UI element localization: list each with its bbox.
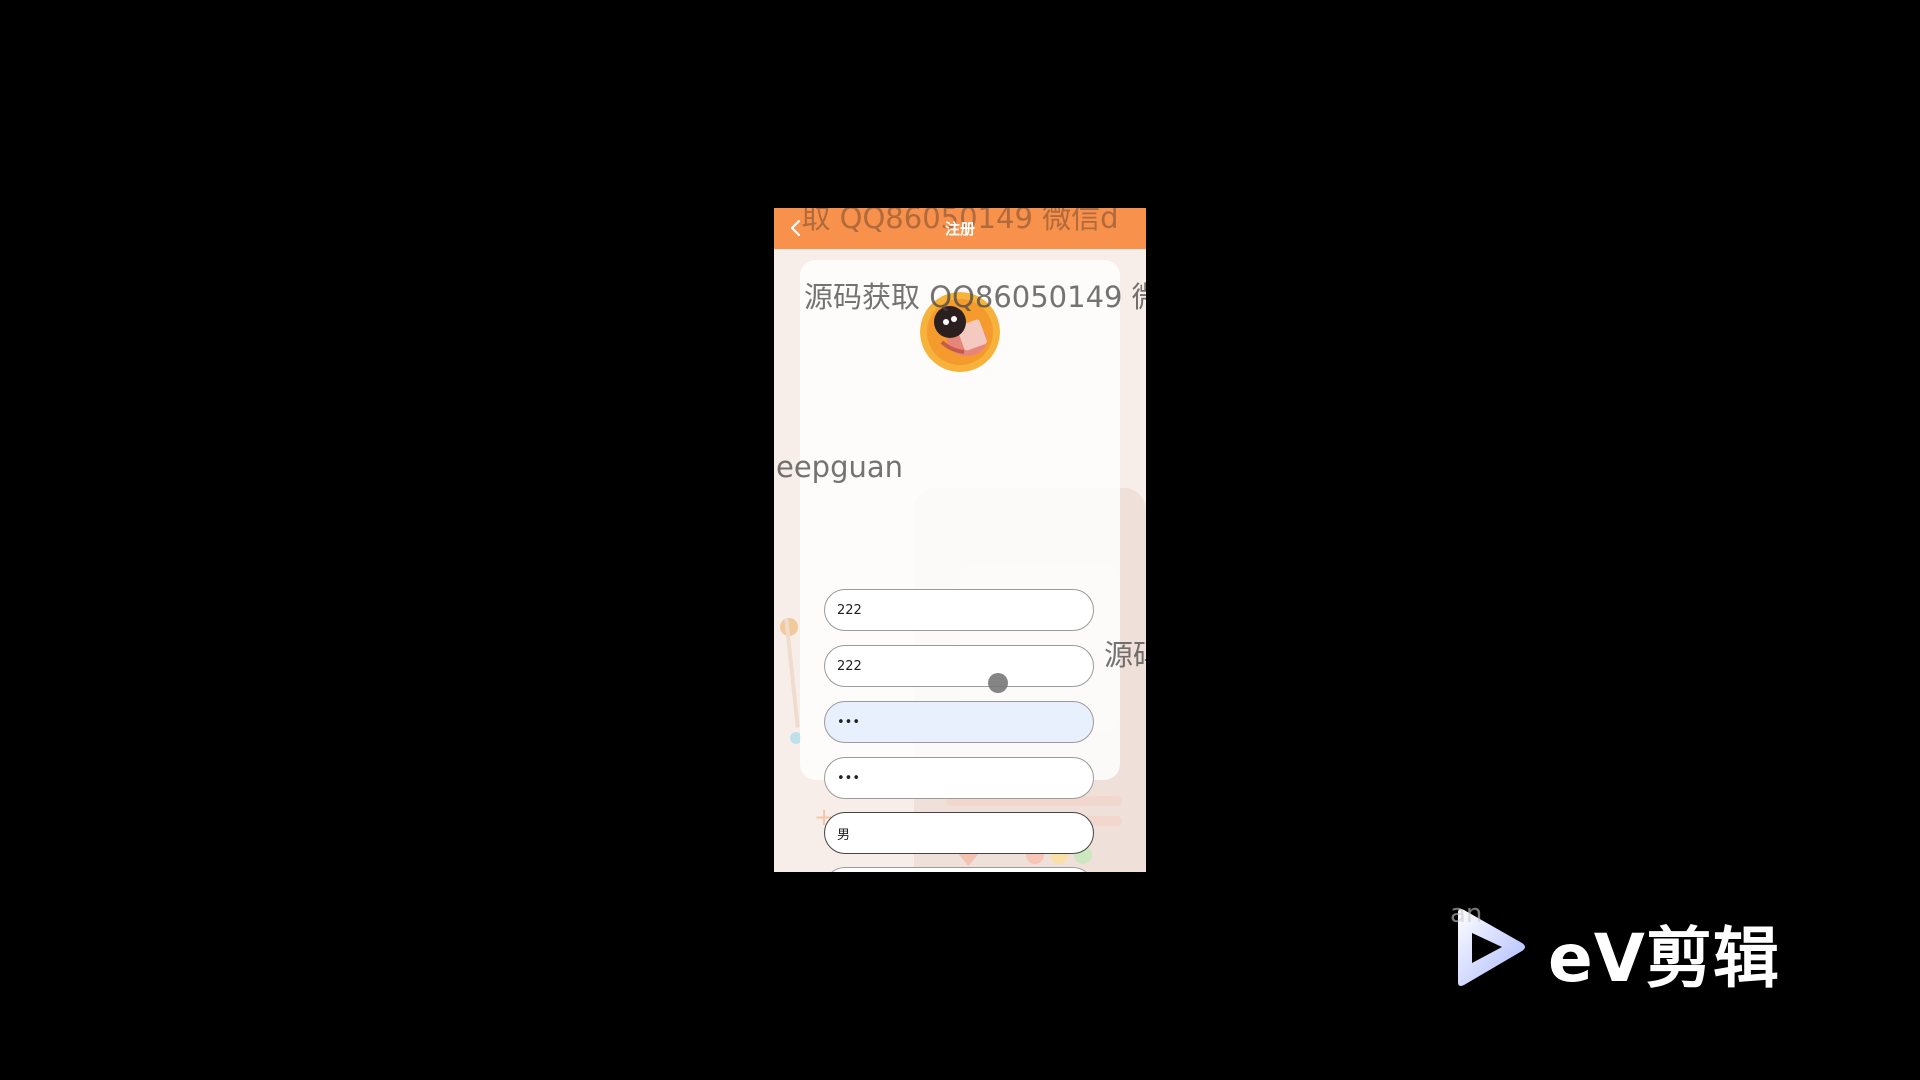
gender-select[interactable]: 男 (824, 812, 1094, 854)
page-title: 注册 (944, 220, 975, 238)
app-header: 取 QQ86050149 微信d 注册 (774, 208, 1146, 249)
logo-text: eV剪辑 (1548, 920, 1780, 997)
watermark-text: 源码获取 QQ86050149 微 (804, 280, 1146, 314)
password-field[interactable]: ••• (824, 701, 1094, 743)
touch-cursor (988, 673, 1008, 693)
watermark-text: an (1450, 899, 1483, 929)
video-frame: ♥ + 取 QQ86050149 微信d 注册 222 222 ••• ••• … (0, 0, 1920, 1080)
phone-field[interactable]: 1381381388 (824, 867, 1094, 872)
username-value: 222 (837, 602, 862, 618)
phone-screen: ♥ + 取 QQ86050149 微信d 注册 222 222 ••• ••• … (774, 208, 1146, 872)
gender-value: 男 (837, 827, 851, 843)
watermark-text: 源码 (1104, 638, 1146, 672)
name-value: 222 (837, 658, 862, 674)
ev-logo-watermark: an eV剪辑 (1450, 899, 1820, 997)
username-field[interactable]: 222 (824, 589, 1094, 631)
password-value: ••• (837, 714, 861, 730)
confirm-password-value: ••• (837, 770, 861, 786)
confirm-password-field[interactable]: ••• (824, 757, 1094, 799)
watermark-text: eepguan (776, 450, 904, 484)
name-field[interactable]: 222 (824, 645, 1094, 687)
